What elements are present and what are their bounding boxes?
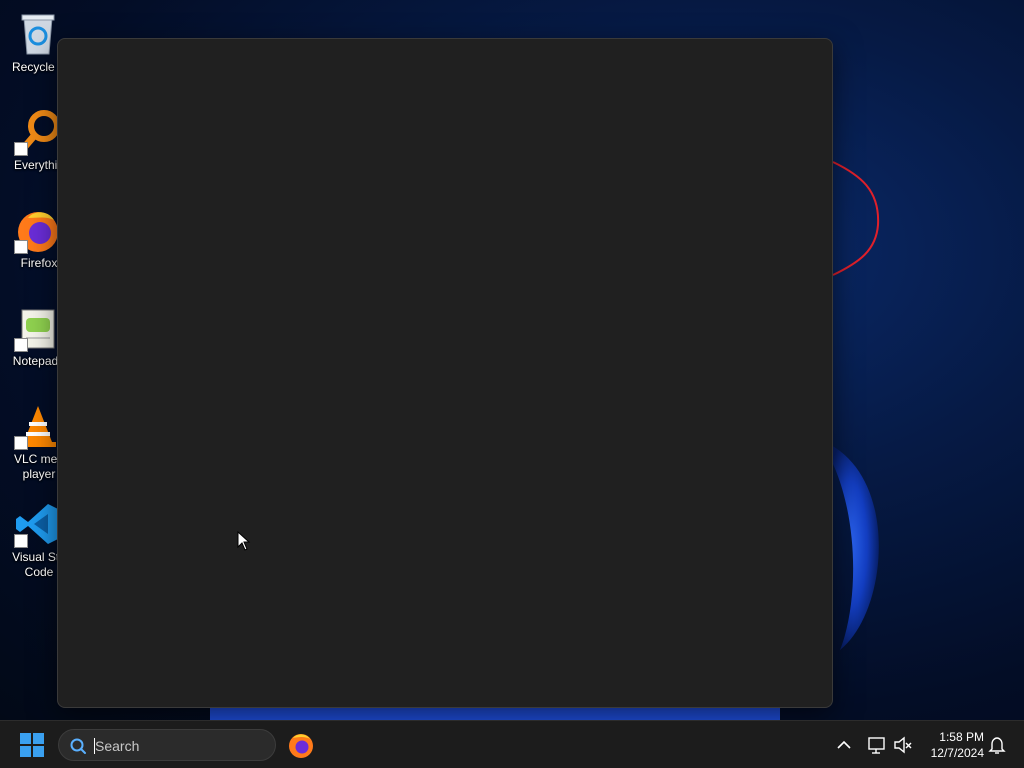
shortcut-arrow-icon bbox=[14, 436, 28, 450]
recycle-bin-icon bbox=[21, 14, 55, 55]
windows-start-icon[interactable] bbox=[14, 731, 50, 759]
blank-app-window[interactable] bbox=[57, 38, 833, 708]
shortcut-arrow-icon bbox=[14, 534, 28, 548]
notification-bell-icon[interactable] bbox=[986, 734, 1008, 756]
volume-muted-icon[interactable] bbox=[892, 734, 914, 756]
network-icon[interactable] bbox=[866, 734, 888, 756]
clock-time: 1:58 PM bbox=[939, 730, 984, 744]
shortcut-arrow-icon bbox=[14, 338, 28, 352]
search-placeholder: Search bbox=[95, 738, 140, 754]
taskbar-clock[interactable]: 1:58 PM 12/7/2024 bbox=[918, 729, 984, 761]
firefox-taskbar-icon[interactable] bbox=[286, 731, 316, 759]
taskbar: Search 1:58 PM 12/7/2024 bbox=[0, 720, 1024, 768]
clock-date: 12/7/2024 bbox=[930, 746, 984, 760]
search-icon bbox=[70, 738, 86, 754]
shortcut-arrow-icon bbox=[14, 142, 28, 156]
show-hidden-icons-chevron-icon[interactable] bbox=[834, 735, 854, 755]
taskbar-search-box[interactable]: Search bbox=[58, 729, 276, 761]
shortcut-arrow-icon bbox=[14, 240, 28, 254]
mouse-pointer-icon bbox=[237, 531, 251, 551]
